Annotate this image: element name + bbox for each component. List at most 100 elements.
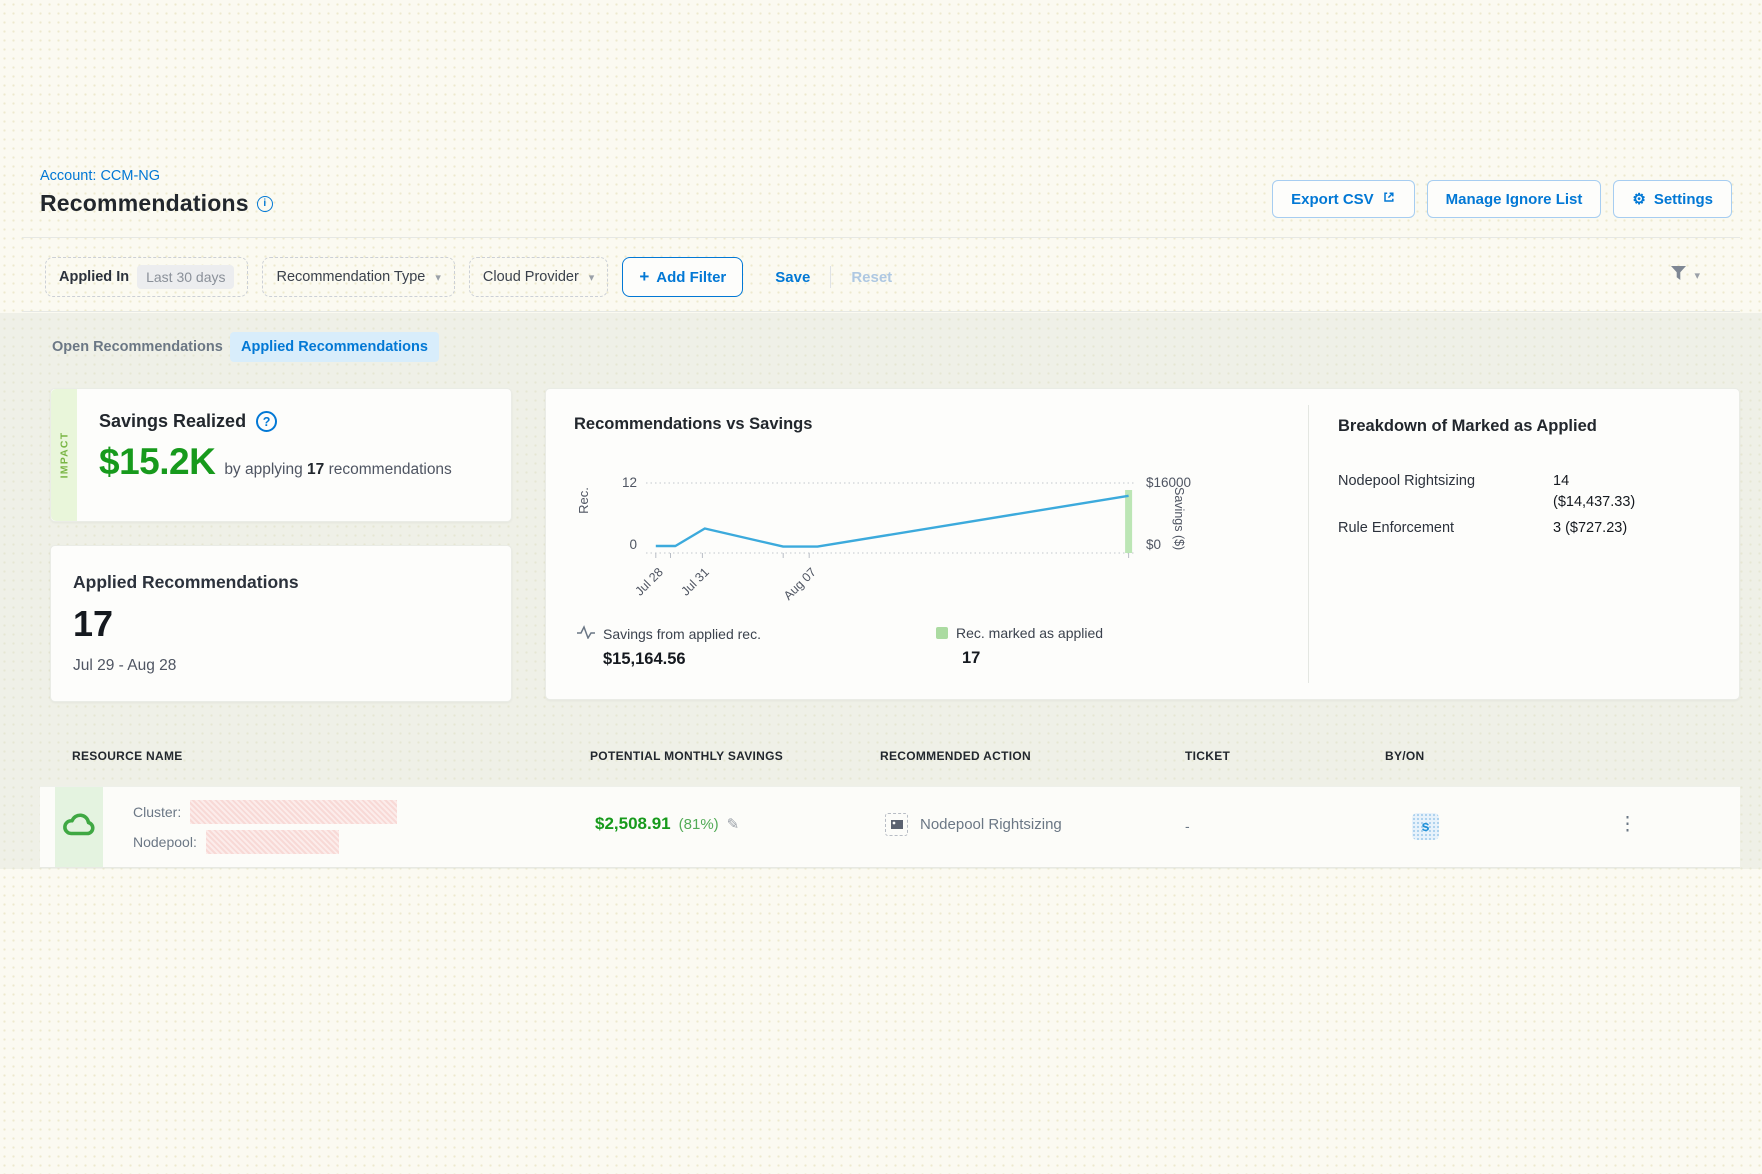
breakdown-row-value: 3 ($727.23) [1553, 520, 1627, 536]
row-menu-icon[interactable]: ⋮ [1612, 809, 1643, 840]
nodepool-value-redacted [206, 830, 339, 854]
x-tick-label: Jul 28 [614, 565, 666, 617]
panel-divider [1308, 405, 1309, 683]
tab-open-recommendations[interactable]: Open Recommendations [52, 339, 223, 355]
action-thumbnail-icon [885, 813, 908, 836]
info-icon[interactable]: i [257, 196, 273, 212]
page-title-row: Recommendations i [40, 190, 273, 217]
savings-percent: (81%) [679, 816, 719, 833]
breakdown-title: Breakdown of Marked as Applied [1338, 417, 1597, 436]
ticket-cell: - [1185, 818, 1190, 834]
green-square-icon [936, 627, 948, 639]
external-link-icon [1382, 190, 1396, 208]
settings-label: Settings [1654, 191, 1713, 208]
pulse-line-icon [577, 625, 595, 642]
cloud-icon [62, 808, 96, 847]
export-csv-button[interactable]: Export CSV [1272, 180, 1415, 218]
filter-cloud-provider[interactable]: Cloud Provider ▾ [469, 257, 608, 297]
desc-suffix: recommendations [329, 461, 452, 478]
funnel-icon [1670, 265, 1687, 286]
column-header-recommended-action[interactable]: RECOMMENDED ACTION [880, 749, 1031, 763]
header-actions: Export CSV Manage Ignore List ⚙ Settings [1272, 180, 1732, 218]
chevron-down-icon: ▾ [1694, 269, 1700, 282]
save-filter-button[interactable]: Save [775, 269, 810, 286]
impact-side-strip: IMPACT [51, 389, 77, 521]
left-axis-label: Rec. [576, 487, 591, 514]
chevron-down-icon: ▾ [589, 271, 595, 284]
tab-applied-recommendations[interactable]: Applied Recommendations [230, 332, 439, 362]
left-axis-max-tick: 12 [601, 475, 637, 490]
savings-realized-title: Savings Realized [99, 411, 246, 432]
help-icon[interactable]: ? [256, 411, 277, 432]
impact-side-label: IMPACT [58, 432, 70, 479]
chart-svg [646, 479, 1146, 563]
x-axis-ticks [656, 553, 1129, 558]
nodepool-label: Nodepool: [133, 834, 197, 850]
filter-recommendation-type[interactable]: Recommendation Type ▾ [262, 257, 454, 297]
edit-pencil-icon[interactable]: ✎ [727, 815, 740, 833]
table-row[interactable]: Cluster: Nodepool: $2,508.91 (81%) ✎ Nod… [40, 786, 1740, 868]
chart-card: Recommendations vs Savings 12 0 Rec. $16… [545, 388, 1740, 700]
plus-icon: + [639, 267, 649, 287]
chevron-down-icon: ▾ [435, 271, 441, 284]
breakdown-row-value: 14 [1553, 473, 1569, 489]
filter-divider [22, 311, 1740, 312]
savings-realized-desc: by applying 17 recommendations [224, 461, 452, 479]
desc-prefix: by applying [224, 461, 302, 478]
add-filter-button[interactable]: + Add Filter [622, 257, 743, 297]
legend-savings-value: $15,164.56 [603, 650, 761, 669]
author-badge[interactable]: s [1412, 813, 1439, 840]
applied-recommendations-card: Applied Recommendations 17 Jul 29 - Aug … [50, 545, 512, 702]
column-header-by-on[interactable]: BY/ON [1385, 749, 1425, 763]
cluster-value-redacted [190, 800, 397, 824]
potential-savings-cell: $2,508.91 (81%) ✎ [595, 814, 739, 834]
applied-card-period: Jul 29 - Aug 28 [73, 657, 511, 675]
legend-applied-label: Rec. marked as applied [956, 625, 1103, 641]
recommended-action-label: Nodepool Rightsizing [920, 816, 1062, 833]
breakdown-row-value: ($14,437.33) [1553, 494, 1635, 510]
column-header-ticket[interactable]: TICKET [1185, 749, 1230, 763]
applied-card-title: Applied Recommendations [73, 572, 511, 593]
legend-savings-label: Savings from applied rec. [603, 626, 761, 642]
save-reset-divider [830, 266, 831, 288]
right-axis-min-tick: $0 [1146, 537, 1161, 552]
manage-ignore-list-label: Manage Ignore List [1446, 191, 1583, 208]
cloud-provider-cell [55, 787, 103, 867]
page-title: Recommendations [40, 190, 249, 217]
reset-filter-button[interactable]: Reset [851, 269, 892, 286]
x-tick-label: Aug 07 [767, 565, 819, 617]
account-breadcrumb: Account: CCM-NG [40, 168, 160, 184]
legend-applied-value: 17 [962, 649, 1103, 668]
filter-applied-in[interactable]: Applied In Last 30 days [45, 257, 248, 297]
add-filter-label: Add Filter [656, 269, 726, 286]
right-axis-label: Savings ($) [1172, 487, 1186, 550]
resource-name-cell: Cluster: Nodepool: [133, 797, 397, 857]
desc-count: 17 [307, 461, 324, 478]
breakdown-row-label: Nodepool Rightsizing [1338, 473, 1475, 489]
filter-recommendation-type-label: Recommendation Type [276, 269, 425, 285]
chart-title: Recommendations vs Savings [574, 415, 812, 434]
legend-savings: Savings from applied rec. $15,164.56 [577, 625, 761, 669]
column-header-potential-savings[interactable]: POTENTIAL MONTHLY SAVINGS [590, 749, 783, 763]
header-divider [22, 237, 1740, 238]
column-header-resource-name[interactable]: RESOURCE NAME [72, 749, 183, 763]
legend-applied: Rec. marked as applied 17 [936, 625, 1103, 668]
recommended-action-cell: Nodepool Rightsizing [885, 813, 1062, 836]
applied-card-count: 17 [73, 603, 511, 645]
chart-bar [1125, 490, 1132, 553]
savings-realized-card: IMPACT Savings Realized ? $15.2K by appl… [50, 388, 512, 522]
savings-amount: $2,508.91 [595, 814, 671, 834]
manage-ignore-list-button[interactable]: Manage Ignore List [1427, 180, 1602, 218]
chart-line [656, 496, 1129, 547]
export-csv-label: Export CSV [1291, 191, 1374, 208]
gear-icon: ⚙ [1632, 190, 1645, 208]
filter-cloud-provider-label: Cloud Provider [483, 269, 579, 285]
filter-applied-in-value[interactable]: Last 30 days [137, 265, 234, 289]
x-tick-label: Jul 31 [660, 565, 712, 617]
savings-realized-amount: $15.2K [99, 441, 215, 483]
left-axis-min-tick: 0 [601, 537, 637, 552]
filter-panel-toggle[interactable]: ▾ [1670, 265, 1700, 286]
filter-bar: Applied In Last 30 days Recommendation T… [45, 257, 892, 297]
filter-applied-in-label: Applied In [59, 269, 129, 285]
settings-button[interactable]: ⚙ Settings [1613, 180, 1732, 218]
